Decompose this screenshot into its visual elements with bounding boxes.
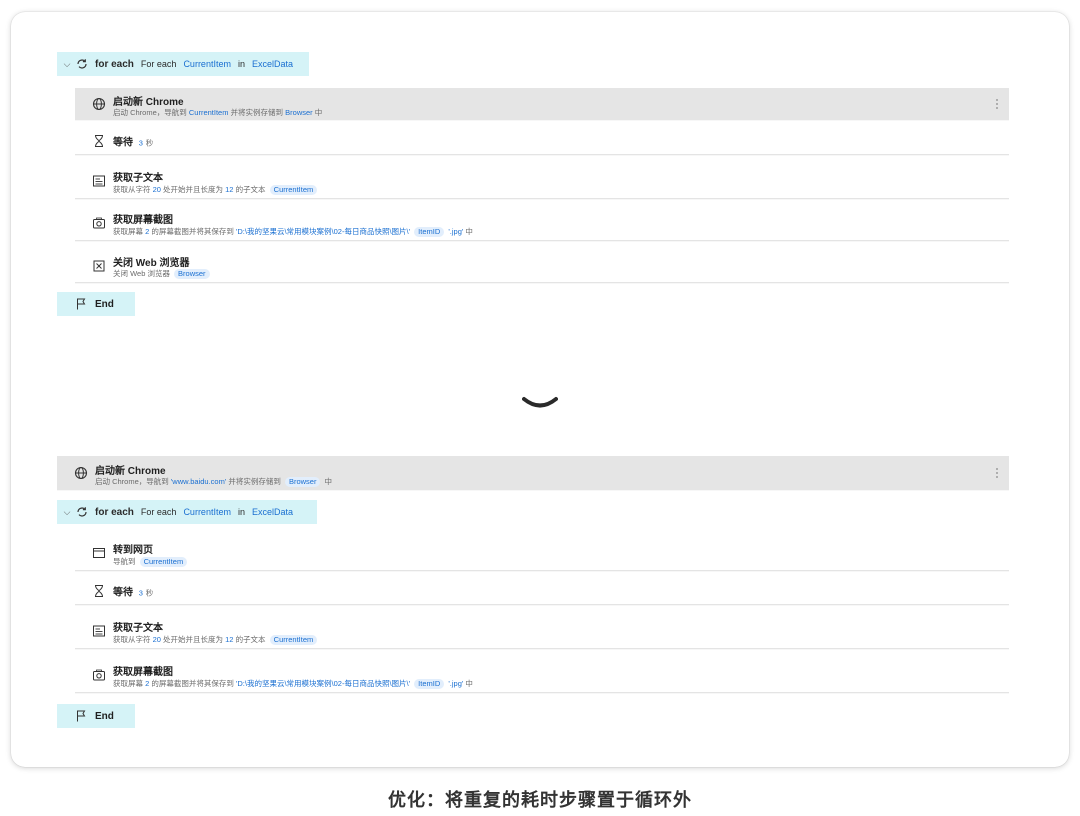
loop-item-var: CurrentItem — [183, 59, 231, 69]
close-box-icon — [93, 260, 105, 272]
text-doc-icon — [93, 175, 105, 187]
loop-header-bottom[interactable]: ⌵ for each For each CurrentItem in Excel… — [57, 500, 317, 524]
step-wait-text: 等待 3 秒 — [113, 134, 153, 149]
loop-item-var: CurrentItem — [183, 507, 231, 517]
loop-in-word: in — [237, 507, 245, 517]
flag-icon — [77, 298, 86, 310]
step-subtitle: 获取屏幕 2 的屏幕截图并将其保存到 'D:\我的坚果云\常用模块案例\02-每… — [113, 679, 473, 689]
more-options-icon[interactable] — [995, 466, 999, 480]
loop-header-top[interactable]: ⌵ for each For each CurrentItem in Excel… — [57, 52, 309, 76]
step-wait-text: 等待 3 秒 — [113, 584, 153, 599]
camera-icon — [93, 217, 105, 229]
loop-label: For each — [140, 507, 177, 517]
loop-in-word: in — [237, 59, 245, 69]
wait-unit: 秒 — [145, 138, 154, 148]
step-wait[interactable]: 等待 3 秒 — [75, 128, 1009, 155]
step-title: 启动新 Chrome — [95, 466, 166, 477]
end-label: End — [95, 710, 114, 722]
wait-value: 3 — [138, 588, 143, 598]
flow-card: ⌵ for each For each CurrentItem in Excel… — [11, 12, 1069, 767]
loop-keyword: for each — [95, 506, 134, 518]
browser-window-icon — [93, 548, 105, 558]
step-subtitle: 获取从字符 20 处开始并且长度为 12 的子文本 CurrentItem — [113, 184, 319, 195]
step-title: 转到网页 — [113, 545, 153, 556]
wait-unit: 秒 — [145, 588, 154, 598]
loop-end-top[interactable]: End — [57, 292, 135, 316]
step-subtitle: 获取屏幕 2 的屏幕截图并将其保存到 'D:\我的坚果云\常用模块案例\02-每… — [113, 227, 473, 237]
loop-source-var: ExcelData — [251, 507, 293, 517]
step-subtitle: 导航到 CurrentItem — [113, 556, 189, 567]
flag-icon — [77, 710, 86, 722]
step-subtitle: 启动 Chrome，导航到 'www.baidu.com' 并将实例存储到 Br… — [95, 477, 333, 487]
end-label: End — [95, 298, 114, 310]
step-close-browser[interactable]: 关闭 Web 浏览器 关闭 Web 浏览器 Browser — [75, 250, 1009, 283]
step-title: 启动新 Chrome — [113, 97, 184, 108]
step-title: 获取子文本 — [113, 173, 163, 184]
hourglass-icon — [95, 135, 103, 147]
step-title: 获取屏幕截图 — [113, 667, 173, 678]
globe-icon — [92, 97, 106, 111]
loop-keyword: for each — [95, 58, 134, 70]
step-subtitle: 获取从字符 20 处开始并且长度为 12 的子文本 CurrentItem — [113, 634, 319, 645]
chevron-down-icon — [522, 397, 558, 408]
step-take-screenshot[interactable]: 获取屏幕截图 获取屏幕 2 的屏幕截图并将其保存到 'D:\我的坚果云\常用模块… — [75, 658, 1009, 693]
step-get-subtext[interactable]: 获取子文本 获取从字符 20 处开始并且长度为 12 的子文本 CurrentI… — [75, 614, 1009, 649]
loop-source-var: ExcelData — [251, 59, 293, 69]
text-doc-icon — [93, 625, 105, 637]
step-title: 关闭 Web 浏览器 — [113, 258, 190, 269]
step-go-to-webpage[interactable]: 转到网页 导航到 CurrentItem — [75, 536, 1009, 571]
step-subtitle: 启动 Chrome，导航到 CurrentItem 并将实例存储到 Browse… — [113, 108, 323, 117]
loop-end-bottom[interactable]: End — [57, 704, 135, 728]
more-options-icon[interactable] — [995, 97, 999, 111]
step-take-screenshot[interactable]: 获取屏幕截图 获取屏幕 2 的屏幕截图并将其保存到 'D:\我的坚果云\常用模块… — [75, 206, 1009, 241]
wait-value: 3 — [138, 138, 143, 148]
loop-icon — [77, 59, 87, 69]
hourglass-icon — [95, 585, 103, 597]
step-title: 获取子文本 — [113, 623, 163, 634]
step-title: 等待 — [113, 587, 133, 599]
camera-icon — [93, 669, 105, 681]
chevron-down-icon[interactable]: ⌵ — [61, 59, 73, 70]
step-get-subtext[interactable]: 获取子文本 获取从字符 20 处开始并且长度为 12 的子文本 CurrentI… — [75, 164, 1009, 199]
step-subtitle: 关闭 Web 浏览器 Browser — [113, 268, 212, 279]
loop-label: For each — [140, 59, 177, 69]
caption: 优化：将重复的耗时步骤置于循环外 — [388, 790, 692, 810]
step-wait[interactable]: 等待 3 秒 — [75, 578, 1009, 605]
step-launch-chrome[interactable]: 启动新 Chrome 启动 Chrome，导航到 CurrentItem 并将实… — [75, 88, 1009, 120]
step-launch-chrome[interactable]: 启动新 Chrome 启动 Chrome，导航到 'www.baidu.com'… — [57, 456, 1009, 490]
step-title: 等待 — [113, 137, 133, 149]
loop-icon — [77, 507, 87, 517]
chevron-down-icon[interactable]: ⌵ — [61, 507, 73, 518]
step-title: 获取屏幕截图 — [113, 215, 173, 226]
globe-icon — [74, 466, 88, 480]
